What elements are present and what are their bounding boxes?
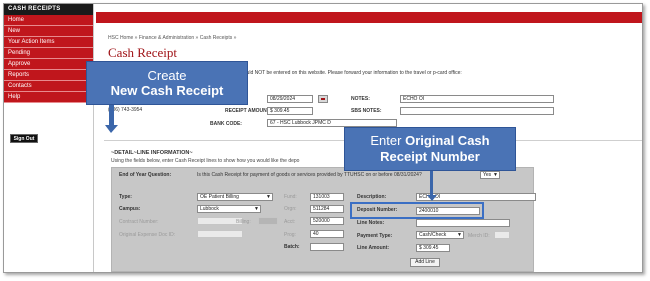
sidebar-item-home[interactable]: Home xyxy=(4,15,93,26)
enter-receipt-callout: Enter Original Cash Receipt Number xyxy=(344,127,516,171)
create-callout-arrow-shaft xyxy=(109,105,114,125)
calendar-icon[interactable] xyxy=(318,95,328,103)
sidebar-item-action-items[interactable]: Your Action Items xyxy=(4,37,93,48)
fund-field[interactable]: 131003 xyxy=(310,193,344,201)
receipt-amount-field[interactable]: $ 309.45 xyxy=(267,107,313,115)
campus-value: Lubbock xyxy=(200,206,219,212)
billing-field[interactable] xyxy=(258,217,278,225)
chevron-down-icon: ▼ xyxy=(254,206,259,212)
enter-callout-line1: Enter xyxy=(370,133,402,148)
receipt-date-field[interactable]: 08/29/2024 xyxy=(267,95,313,103)
batch-field[interactable] xyxy=(310,243,344,251)
sbs-notes-label: SBS NOTES: xyxy=(351,108,382,114)
line-amount-field[interactable]: $ 309.45 xyxy=(416,244,450,252)
original-expense-label: Original Expense Doc ID: xyxy=(119,232,176,238)
campus-label: Campus: xyxy=(119,206,141,212)
billing-label: Billing: xyxy=(236,219,251,225)
type-select[interactable]: OE Patient Billing ▼ xyxy=(197,193,273,201)
sign-out-button[interactable]: Sign Out xyxy=(10,134,38,143)
original-expense-field[interactable] xyxy=(197,230,243,238)
sidebar: CASH RECEIPTS Home New Your Action Items… xyxy=(4,4,94,272)
notice-text: hould NOT be entered on this website. Pl… xyxy=(241,70,462,76)
add-line-button[interactable]: Add Line xyxy=(410,258,440,267)
sidebar-item-pending[interactable]: Pending xyxy=(4,48,93,59)
create-new-callout: Create New Cash Receipt xyxy=(86,61,248,105)
detail-section-subtitle: Using the fields below, enter Cash Recei… xyxy=(111,158,300,164)
sidebar-item-contacts[interactable]: Contacts xyxy=(4,81,93,92)
orgn-label: Orgn: xyxy=(284,206,297,212)
campus-select[interactable]: Lubbock ▼ xyxy=(197,205,261,213)
sidebar-item-approve[interactable]: Approve xyxy=(4,59,93,70)
create-callout-line2: New Cash Receipt xyxy=(110,83,224,98)
chevron-down-icon: ▼ xyxy=(493,172,498,178)
deposit-number-highlight xyxy=(350,202,484,219)
notes-field[interactable]: ECHO OI xyxy=(400,95,554,103)
header-bar xyxy=(96,12,642,23)
app-window: CASH RECEIPTS Home New Your Action Items… xyxy=(3,3,643,273)
payment-type-value: Cash/Check xyxy=(419,232,447,238)
contract-number-label: Contract Number: xyxy=(119,219,159,225)
payment-type-label: Payment Type: xyxy=(357,233,393,239)
sidebar-item-new[interactable]: New xyxy=(4,26,93,37)
line-amount-label: Line Amount: xyxy=(357,245,390,251)
detail-section-title: ~DETAIL~LINE INFORMATION~ xyxy=(111,150,193,156)
type-label: Type: xyxy=(119,194,132,200)
sidebar-item-help[interactable]: Help xyxy=(4,92,93,103)
acct-label: Acct: xyxy=(284,219,296,225)
enter-callout-arrow-shaft xyxy=(430,171,433,196)
line-notes-label: Line Notes: xyxy=(357,220,385,226)
line-notes-field[interactable] xyxy=(416,219,510,227)
notes-label: NOTES: xyxy=(351,96,370,102)
merch-id-label: Merch ID: xyxy=(468,233,490,239)
enter-callout-line2: Receipt Number xyxy=(380,149,480,164)
bank-code-label: BANK CODE: xyxy=(210,121,242,127)
prog-field[interactable]: 40 xyxy=(310,230,344,238)
end-of-year-question: Is this Cash Receipt for payment of good… xyxy=(197,172,422,178)
orgn-field[interactable]: 511284 xyxy=(310,205,344,213)
end-of-year-select[interactable]: Yes ▼ xyxy=(480,171,500,179)
create-callout-arrow-head xyxy=(105,125,118,133)
chevron-down-icon: ▼ xyxy=(457,232,462,238)
sidebar-item-reports[interactable]: Reports xyxy=(4,70,93,81)
create-callout-line1: Create xyxy=(147,68,187,83)
bank-code-select[interactable]: 67 - HSC Lubbock JPMC D xyxy=(267,119,397,127)
acct-field[interactable]: 520000 xyxy=(310,217,344,225)
page-title: Cash Receipt xyxy=(108,45,177,60)
sbs-notes-field[interactable] xyxy=(400,107,554,115)
batch-label: Batch: xyxy=(284,244,300,250)
sidebar-title: CASH RECEIPTS xyxy=(4,4,93,15)
merch-id-field[interactable] xyxy=(494,231,510,239)
prog-label: Prog: xyxy=(284,232,296,238)
description-label: Description: xyxy=(357,194,387,200)
end-of-year-label: End of Year Question: xyxy=(119,172,172,178)
type-value: OE Patient Billing xyxy=(200,194,239,200)
breadcrumb[interactable]: HSC Home » Finance & Administration » Ca… xyxy=(108,35,236,41)
enter-callout-arrow-head xyxy=(427,195,437,201)
end-of-year-value: Yes xyxy=(483,172,492,178)
fund-label: Fund: xyxy=(284,194,297,200)
enter-callout-line1-bold: Original Cash xyxy=(405,133,490,148)
payment-type-select[interactable]: Cash/Check ▼ xyxy=(416,231,464,239)
receipt-amount-label: RECEIPT AMOUNT: xyxy=(225,108,271,114)
chevron-down-icon: ▼ xyxy=(266,194,271,200)
